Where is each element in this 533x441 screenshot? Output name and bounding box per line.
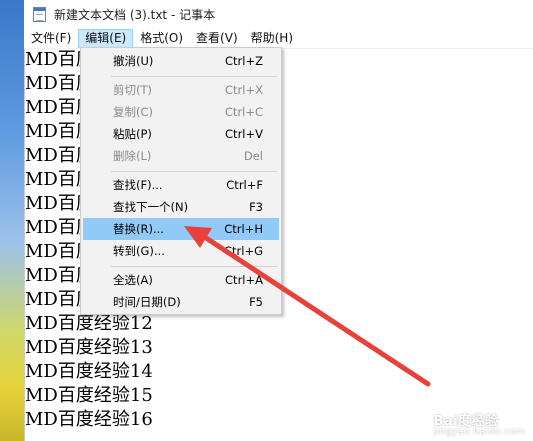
text-line: MD百度经验14 [25, 361, 153, 382]
menu-bar: 文件(F) 编辑(E) 格式(O) 查看(V) 帮助(H) [24, 28, 533, 49]
menu-item-copy[interactable]: 复制(C) Ctrl+C [83, 101, 279, 123]
menu-item-time-date[interactable]: 时间/日期(D) F5 [83, 291, 279, 313]
menu-help[interactable]: 帮助(H) [245, 29, 299, 48]
menu-file[interactable]: 文件(F) [25, 29, 77, 48]
desktop-wallpaper [0, 0, 24, 441]
menu-edit[interactable]: 编辑(E) [78, 28, 134, 48]
menu-item-replace[interactable]: 替换(R)... Ctrl+H [83, 218, 279, 240]
menu-item-paste[interactable]: 粘贴(P) Ctrl+V [83, 123, 279, 145]
text-line: MD百度经验15 [25, 385, 153, 406]
menu-separator [111, 266, 277, 267]
menu-item-goto[interactable]: 转到(G)... Ctrl+G [83, 240, 279, 262]
menu-item-find-next[interactable]: 查找下一个(N) F3 [83, 196, 279, 218]
window-title: 新建文本文档 (3).txt - 记事本 [54, 7, 216, 22]
notepad-icon [33, 6, 46, 22]
text-line: MD百度经验13 [25, 337, 153, 358]
menu-view[interactable]: 查看(V) [190, 29, 244, 48]
text-line: MD百度经验12 [25, 313, 153, 334]
menu-separator [111, 171, 277, 172]
menu-item-cut[interactable]: 剪切(T) Ctrl+X [83, 79, 279, 101]
menu-item-select-all[interactable]: 全选(A) Ctrl+A [83, 269, 279, 291]
edit-menu-dropdown: 撤消(U) Ctrl+Z 剪切(T) Ctrl+X 复制(C) Ctrl+C 粘… [80, 47, 282, 315]
menu-item-undo[interactable]: 撤消(U) Ctrl+Z [83, 50, 279, 72]
menu-item-find[interactable]: 查找(F)... Ctrl+F [83, 174, 279, 196]
menu-item-delete[interactable]: 删除(L) Del [83, 145, 279, 167]
menu-format[interactable]: 格式(O) [134, 29, 189, 48]
menu-separator [111, 76, 277, 77]
text-line: MD百度经验16 [25, 409, 153, 430]
title-bar: 新建文本文档 (3).txt - 记事本 [24, 0, 533, 28]
watermark-logo: Bai度经验 jingyan.baidu.com [433, 414, 525, 437]
